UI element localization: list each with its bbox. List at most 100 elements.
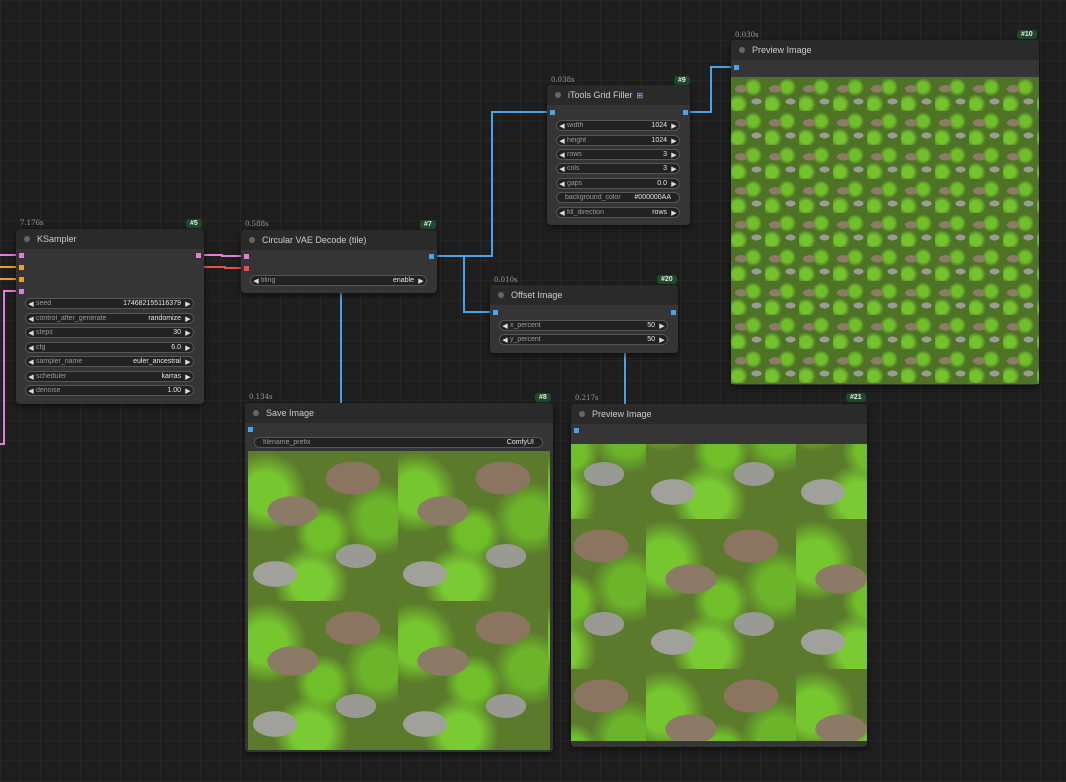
increment-arrow-icon[interactable]: ▶ bbox=[669, 165, 679, 173]
node-header[interactable]: Save Image bbox=[245, 403, 553, 423]
denoise-widget[interactable]: ◀ denoise 1.00 ▶ bbox=[25, 385, 194, 396]
node-time: 0.134s bbox=[249, 393, 273, 401]
node-id-badge: #9 bbox=[674, 76, 690, 85]
increment-arrow-icon[interactable]: ▶ bbox=[669, 209, 679, 217]
increment-arrow-icon[interactable]: ▶ bbox=[183, 373, 193, 381]
positive-input-slot[interactable] bbox=[19, 265, 24, 270]
node-header[interactable]: Preview Image bbox=[731, 40, 1039, 60]
decrement-arrow-icon[interactable]: ◀ bbox=[557, 122, 567, 130]
saved-image[interactable] bbox=[248, 451, 550, 750]
model-input-slot[interactable] bbox=[19, 253, 24, 258]
images-input-slot[interactable] bbox=[574, 428, 579, 433]
height-widget[interactable]: ◀ height 1024 ▶ bbox=[556, 135, 680, 146]
fill-direction-widget[interactable]: ◀ fill_direction rows ▶ bbox=[556, 207, 680, 218]
save-image-node[interactable]: Save Image filename_prefix ComfyUI bbox=[245, 403, 553, 752]
increment-arrow-icon[interactable]: ▶ bbox=[183, 315, 193, 323]
node-header[interactable]: Preview Image bbox=[571, 404, 867, 424]
preview-image-21-node[interactable]: Preview Image bbox=[571, 404, 867, 747]
increment-arrow-icon[interactable]: ▶ bbox=[183, 329, 193, 337]
increment-arrow-icon[interactable]: ▶ bbox=[669, 180, 679, 188]
increment-arrow-icon[interactable]: ▶ bbox=[669, 122, 679, 130]
control-after-generate-widget[interactable]: ◀ control_after_generate randomize ▶ bbox=[25, 313, 194, 324]
widget-value: rows bbox=[652, 209, 667, 216]
seed-widget[interactable]: ◀ seed 174682155116379 ▶ bbox=[25, 298, 194, 309]
node-header[interactable]: iTools Grid Filler ⊞ bbox=[547, 85, 690, 105]
decrement-arrow-icon[interactable]: ◀ bbox=[26, 329, 36, 337]
collapse-dot-icon[interactable] bbox=[249, 237, 255, 243]
decrement-arrow-icon[interactable]: ◀ bbox=[500, 322, 510, 330]
increment-arrow-icon[interactable]: ▶ bbox=[669, 151, 679, 159]
decrement-arrow-icon[interactable]: ◀ bbox=[26, 315, 36, 323]
image-output-slot[interactable] bbox=[683, 110, 688, 115]
width-widget[interactable]: ◀ width 1024 ▶ bbox=[556, 120, 680, 131]
cols-widget[interactable]: ◀ cols 3 ▶ bbox=[556, 163, 680, 174]
scheduler-widget[interactable]: ◀ scheduler karras ▶ bbox=[25, 371, 194, 382]
sampler-name-widget[interactable]: ◀ sampler_name euler_ancestral ▶ bbox=[25, 356, 194, 367]
preview-image-grid[interactable] bbox=[731, 77, 1039, 384]
gaps-widget[interactable]: ◀ gaps 0.0 ▶ bbox=[556, 178, 680, 189]
node-id-badge: #7 bbox=[420, 220, 436, 229]
node-header[interactable]: Circular VAE Decode (tile) bbox=[241, 230, 437, 250]
decrement-arrow-icon[interactable]: ◀ bbox=[251, 277, 261, 285]
images-input-slot[interactable] bbox=[248, 427, 253, 432]
increment-arrow-icon[interactable]: ▶ bbox=[183, 358, 193, 366]
grid-filler-node[interactable]: iTools Grid Filler ⊞ ◀ width 1024 ▶ ◀ he… bbox=[547, 85, 690, 225]
collapse-dot-icon[interactable] bbox=[739, 47, 745, 53]
collapse-dot-icon[interactable] bbox=[579, 411, 585, 417]
node-header[interactable]: KSampler bbox=[16, 229, 204, 249]
node-id-badge: #10 bbox=[1017, 30, 1037, 39]
wire-vae-to-offset bbox=[432, 255, 491, 313]
negative-input-slot[interactable] bbox=[19, 277, 24, 282]
background-color-field[interactable]: background_color #000000AA bbox=[556, 192, 680, 203]
ksampler-node[interactable]: KSampler ◀ seed 174682155116379 ▶ ◀ cont… bbox=[16, 229, 204, 404]
decrement-arrow-icon[interactable]: ◀ bbox=[557, 209, 567, 217]
y-percent-widget[interactable]: ◀ y_percent 50 ▶ bbox=[499, 334, 668, 345]
node-title: Save Image bbox=[266, 408, 315, 418]
collapse-dot-icon[interactable] bbox=[24, 236, 30, 242]
offset-image-node[interactable]: Offset Image ◀ x_percent 50 ▶ ◀ y_percen… bbox=[490, 285, 678, 353]
cfg-widget[interactable]: ◀ cfg 6.0 ▶ bbox=[25, 342, 194, 353]
increment-arrow-icon[interactable]: ▶ bbox=[657, 322, 667, 330]
samples-input-slot[interactable] bbox=[244, 254, 249, 259]
decrement-arrow-icon[interactable]: ◀ bbox=[26, 373, 36, 381]
widget-label: y_percent bbox=[510, 336, 541, 343]
increment-arrow-icon[interactable]: ▶ bbox=[416, 277, 426, 285]
increment-arrow-icon[interactable]: ▶ bbox=[669, 137, 679, 145]
preview-image-10-node[interactable]: Preview Image bbox=[731, 40, 1039, 385]
collapse-dot-icon[interactable] bbox=[555, 92, 561, 98]
increment-arrow-icon[interactable]: ▶ bbox=[183, 300, 193, 308]
collapse-dot-icon[interactable] bbox=[253, 410, 259, 416]
image-output-slot[interactable] bbox=[671, 310, 676, 315]
image-input-slot[interactable] bbox=[550, 110, 555, 115]
increment-arrow-icon[interactable]: ▶ bbox=[183, 344, 193, 352]
decrement-arrow-icon[interactable]: ◀ bbox=[26, 344, 36, 352]
increment-arrow-icon[interactable]: ▶ bbox=[657, 336, 667, 344]
decrement-arrow-icon[interactable]: ◀ bbox=[26, 358, 36, 366]
filename-prefix-field[interactable]: filename_prefix ComfyUI bbox=[254, 437, 543, 448]
rows-widget[interactable]: ◀ rows 3 ▶ bbox=[556, 149, 680, 160]
decrement-arrow-icon[interactable]: ◀ bbox=[557, 165, 567, 173]
collapse-dot-icon[interactable] bbox=[498, 292, 504, 298]
decrement-arrow-icon[interactable]: ◀ bbox=[557, 137, 567, 145]
image-output-slot[interactable] bbox=[429, 254, 434, 259]
widget-value: 6.0 bbox=[171, 344, 181, 351]
x-percent-widget[interactable]: ◀ x_percent 50 ▶ bbox=[499, 320, 668, 331]
decrement-arrow-icon[interactable]: ◀ bbox=[557, 151, 567, 159]
widget-label: gaps bbox=[567, 180, 583, 187]
decrement-arrow-icon[interactable]: ◀ bbox=[557, 180, 567, 188]
increment-arrow-icon[interactable]: ▶ bbox=[183, 387, 193, 395]
vae-input-slot[interactable] bbox=[244, 266, 249, 271]
steps-widget[interactable]: ◀ steps 30 ▶ bbox=[25, 327, 194, 338]
decrement-arrow-icon[interactable]: ◀ bbox=[26, 387, 36, 395]
images-input-slot[interactable] bbox=[734, 65, 739, 70]
image-input-slot[interactable] bbox=[493, 310, 498, 315]
tiling-widget[interactable]: ◀ tiling enable ▶ bbox=[250, 275, 427, 286]
offset-preview-image[interactable] bbox=[571, 444, 867, 741]
latent-output-slot[interactable] bbox=[196, 253, 201, 258]
node-header[interactable]: Offset Image bbox=[490, 285, 678, 305]
vae-decode-node[interactable]: Circular VAE Decode (tile) ◀ tiling enab… bbox=[241, 230, 437, 293]
latent-input-slot[interactable] bbox=[19, 289, 24, 294]
widget-value: 1.00 bbox=[167, 387, 181, 394]
decrement-arrow-icon[interactable]: ◀ bbox=[26, 300, 36, 308]
decrement-arrow-icon[interactable]: ◀ bbox=[500, 336, 510, 344]
